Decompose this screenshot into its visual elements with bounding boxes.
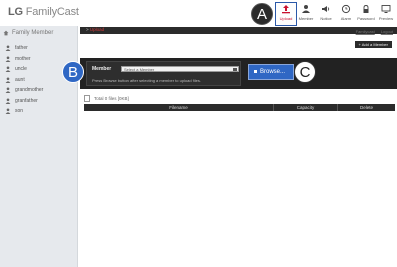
notice-button[interactable]: Notice xyxy=(316,3,336,25)
member-list: father mother uncle aunt grandmother gra… xyxy=(5,43,43,117)
upload-label: Upload xyxy=(279,16,293,21)
notice-icon xyxy=(321,3,331,15)
alarm-button[interactable]: Alarm xyxy=(336,3,356,25)
sidebar-title: Family Member xyxy=(3,30,53,36)
member-select-value: Select a Member xyxy=(124,67,155,72)
sidebar-item-grandmother[interactable]: grandmother xyxy=(5,85,43,96)
upload-button[interactable]: Upload xyxy=(275,2,297,26)
filename-column-header: Filename xyxy=(84,104,274,111)
sidebar-item-label: father xyxy=(15,45,28,52)
file-table-header: Filename Capacity Delete xyxy=(84,104,395,111)
member-label: Member xyxy=(298,16,314,21)
member-icon xyxy=(301,3,311,15)
add-member-button[interactable]: + Add a Member xyxy=(354,41,392,48)
sidebar-item-label: aunt xyxy=(15,76,25,83)
person-icon xyxy=(5,77,11,83)
person-icon xyxy=(5,66,11,73)
callout-a: A xyxy=(251,3,273,25)
lock-icon xyxy=(361,3,371,15)
familycast-link[interactable]: Familycast xyxy=(356,29,375,34)
callout-c: C xyxy=(294,61,316,83)
home-icon xyxy=(3,30,9,36)
sidebar-item-label: granfather xyxy=(15,97,38,104)
top-links: Familycast Logout xyxy=(356,29,393,34)
logo-bold-text: LG xyxy=(8,6,23,18)
upload-hint: Press Browse button after selecting a me… xyxy=(92,78,201,83)
sidebar-item-granfather[interactable]: granfather xyxy=(5,96,43,107)
person-icon xyxy=(5,108,11,115)
member-label: Member xyxy=(92,66,112,72)
capacity-column-header: Capacity xyxy=(274,104,338,111)
member-select[interactable]: Select a Member xyxy=(121,66,239,72)
notice-label: Notice xyxy=(320,16,332,21)
sidebar-item-aunt[interactable]: aunt xyxy=(5,75,43,86)
alarm-icon xyxy=(341,3,351,15)
sidebar-title-text: Family Member xyxy=(12,30,54,36)
file-icon xyxy=(84,95,90,102)
person-icon xyxy=(5,45,11,52)
breadcrumb-current: Upload xyxy=(89,27,105,32)
preview-button[interactable]: Preview xyxy=(376,3,396,25)
toolbar: Upload Member Notice Alarm Password Prev… xyxy=(275,2,396,26)
member-button[interactable]: Member xyxy=(296,3,316,25)
sidebar-item-mother[interactable]: mother xyxy=(5,54,43,65)
breadcrumb: > Upload xyxy=(86,27,104,32)
browse-label: Browse... xyxy=(260,69,286,75)
logo-text: FamilyCast xyxy=(22,6,79,18)
alarm-label: Alarm xyxy=(340,16,352,21)
browse-button[interactable]: Browse... xyxy=(248,64,294,80)
sidebar-item-label: uncle xyxy=(15,66,27,73)
sidebar-item-label: son xyxy=(15,108,24,115)
preview-label: Preview xyxy=(378,16,394,21)
square-icon xyxy=(254,69,257,73)
person-icon xyxy=(5,98,11,104)
file-summary: Total 0 files [0KB] xyxy=(84,95,129,102)
breadcrumb-bar: > Upload xyxy=(80,27,397,34)
password-label: Password xyxy=(357,16,375,21)
sidebar-item-label: grandmother xyxy=(15,87,44,94)
header: LG FamilyCast Upload Member Notice Alarm… xyxy=(0,0,397,26)
sidebar-item-father[interactable]: father xyxy=(5,43,43,54)
logout-link[interactable]: Logout xyxy=(381,29,393,34)
sidebar-item-label: mother xyxy=(15,55,31,62)
person-icon xyxy=(5,56,11,62)
file-total-text: Total 0 files [0KB] xyxy=(94,96,129,101)
person-icon xyxy=(5,87,11,94)
monitor-icon xyxy=(381,3,391,15)
sidebar-item-son[interactable]: son xyxy=(5,106,43,117)
delete-column-header: Delete xyxy=(359,105,373,110)
sidebar-item-uncle[interactable]: uncle xyxy=(5,64,43,75)
password-button[interactable]: Password xyxy=(356,3,376,25)
chevron-down-icon xyxy=(233,68,237,71)
callout-b: B xyxy=(62,61,84,83)
app-window: LG FamilyCast Upload Member Notice Alarm… xyxy=(0,0,397,267)
upload-icon xyxy=(281,3,291,15)
app-logo: LG FamilyCast xyxy=(8,6,79,18)
